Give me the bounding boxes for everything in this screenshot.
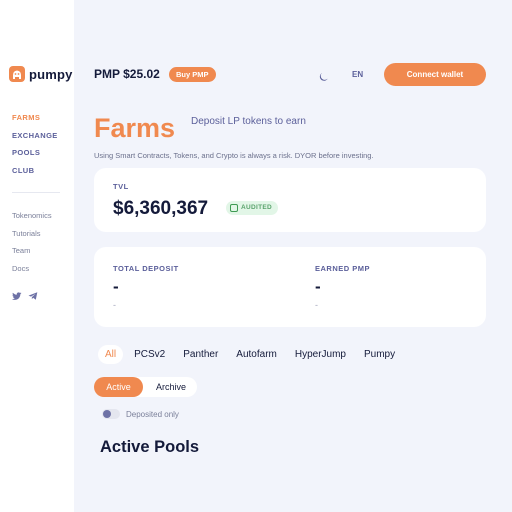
earned-pmp-value: - <box>315 277 321 296</box>
earned-pmp-subvalue: - <box>315 300 318 310</box>
sidebar-divider <box>12 192 60 193</box>
deposited-only-switch[interactable] <box>102 409 120 419</box>
nav-item-tokenomics[interactable]: Tokenomics <box>12 211 52 229</box>
telegram-icon[interactable] <box>28 288 38 300</box>
deposited-only-toggle-row[interactable]: Deposited only <box>102 409 179 419</box>
brand-logo[interactable]: pumpy <box>9 66 73 82</box>
twitter-icon[interactable] <box>12 288 22 300</box>
active-pools-heading: Active Pools <box>100 438 200 456</box>
tab-pumpy[interactable]: Pumpy <box>357 345 402 364</box>
tvl-label: TVL <box>113 182 129 191</box>
token-price: PMP $25.02 <box>94 67 160 81</box>
deposited-only-label: Deposited only <box>126 409 179 419</box>
tab-all[interactable]: All <box>98 345 124 364</box>
nav-item-exchange[interactable]: EXCHANGE <box>12 131 58 149</box>
tvl-value: $6,360,367 <box>113 198 209 219</box>
total-deposit-value: - <box>113 277 119 296</box>
nav-item-docs[interactable]: Docs <box>12 264 52 282</box>
active-button[interactable]: Active <box>94 377 143 397</box>
audited-badge: AUDITED <box>226 201 278 215</box>
deposit-card: TOTAL DEPOSIT - - EARNED PMP - - <box>94 247 486 327</box>
tab-pcsv2[interactable]: PCSv2 <box>127 345 172 364</box>
total-deposit-subvalue: - <box>113 300 116 310</box>
page-title: Farms <box>94 113 176 143</box>
pumpy-logo-icon <box>9 66 25 82</box>
switch-knob <box>103 410 111 418</box>
secondary-nav: Tokenomics Tutorials Team Docs <box>12 211 52 281</box>
social-links <box>12 288 38 300</box>
language-selector[interactable]: EN <box>352 70 363 79</box>
archive-button[interactable]: Archive <box>146 377 196 397</box>
platform-filter-tabs: All PCSv2 Panther Autofarm HyperJump Pum… <box>98 345 406 364</box>
check-icon <box>230 204 238 212</box>
earned-pmp-label: EARNED PMP <box>315 264 371 273</box>
audited-badge-label: AUDITED <box>241 204 272 211</box>
tab-hyperjump[interactable]: HyperJump <box>288 345 353 364</box>
risk-disclaimer: Using Smart Contracts, Tokens, and Crypt… <box>94 151 374 160</box>
moon-icon[interactable] <box>319 69 330 81</box>
tab-autofarm[interactable]: Autofarm <box>229 345 284 364</box>
nav-item-tutorials[interactable]: Tutorials <box>12 229 52 247</box>
brand-name: pumpy <box>29 66 73 82</box>
nav-item-club[interactable]: CLUB <box>12 166 58 184</box>
tab-panther[interactable]: Panther <box>176 345 225 364</box>
page-subtitle: Deposit LP tokens to earn <box>191 116 306 127</box>
nav-item-farms[interactable]: FARMS <box>12 113 58 131</box>
total-deposit-label: TOTAL DEPOSIT <box>113 264 179 273</box>
buy-pmp-button[interactable]: Buy PMP <box>169 67 216 82</box>
nav-item-pools[interactable]: POOLS <box>12 148 58 166</box>
connect-wallet-button[interactable]: Connect wallet <box>384 63 486 86</box>
nav-item-team[interactable]: Team <box>12 246 52 264</box>
primary-nav: FARMS EXCHANGE POOLS CLUB <box>12 113 58 183</box>
tvl-card: TVL $6,360,367 AUDITED <box>94 168 486 232</box>
status-toggle: Active Archive <box>94 377 197 397</box>
sidebar: pumpy FARMS EXCHANGE POOLS CLUB Tokenomi… <box>0 0 74 512</box>
